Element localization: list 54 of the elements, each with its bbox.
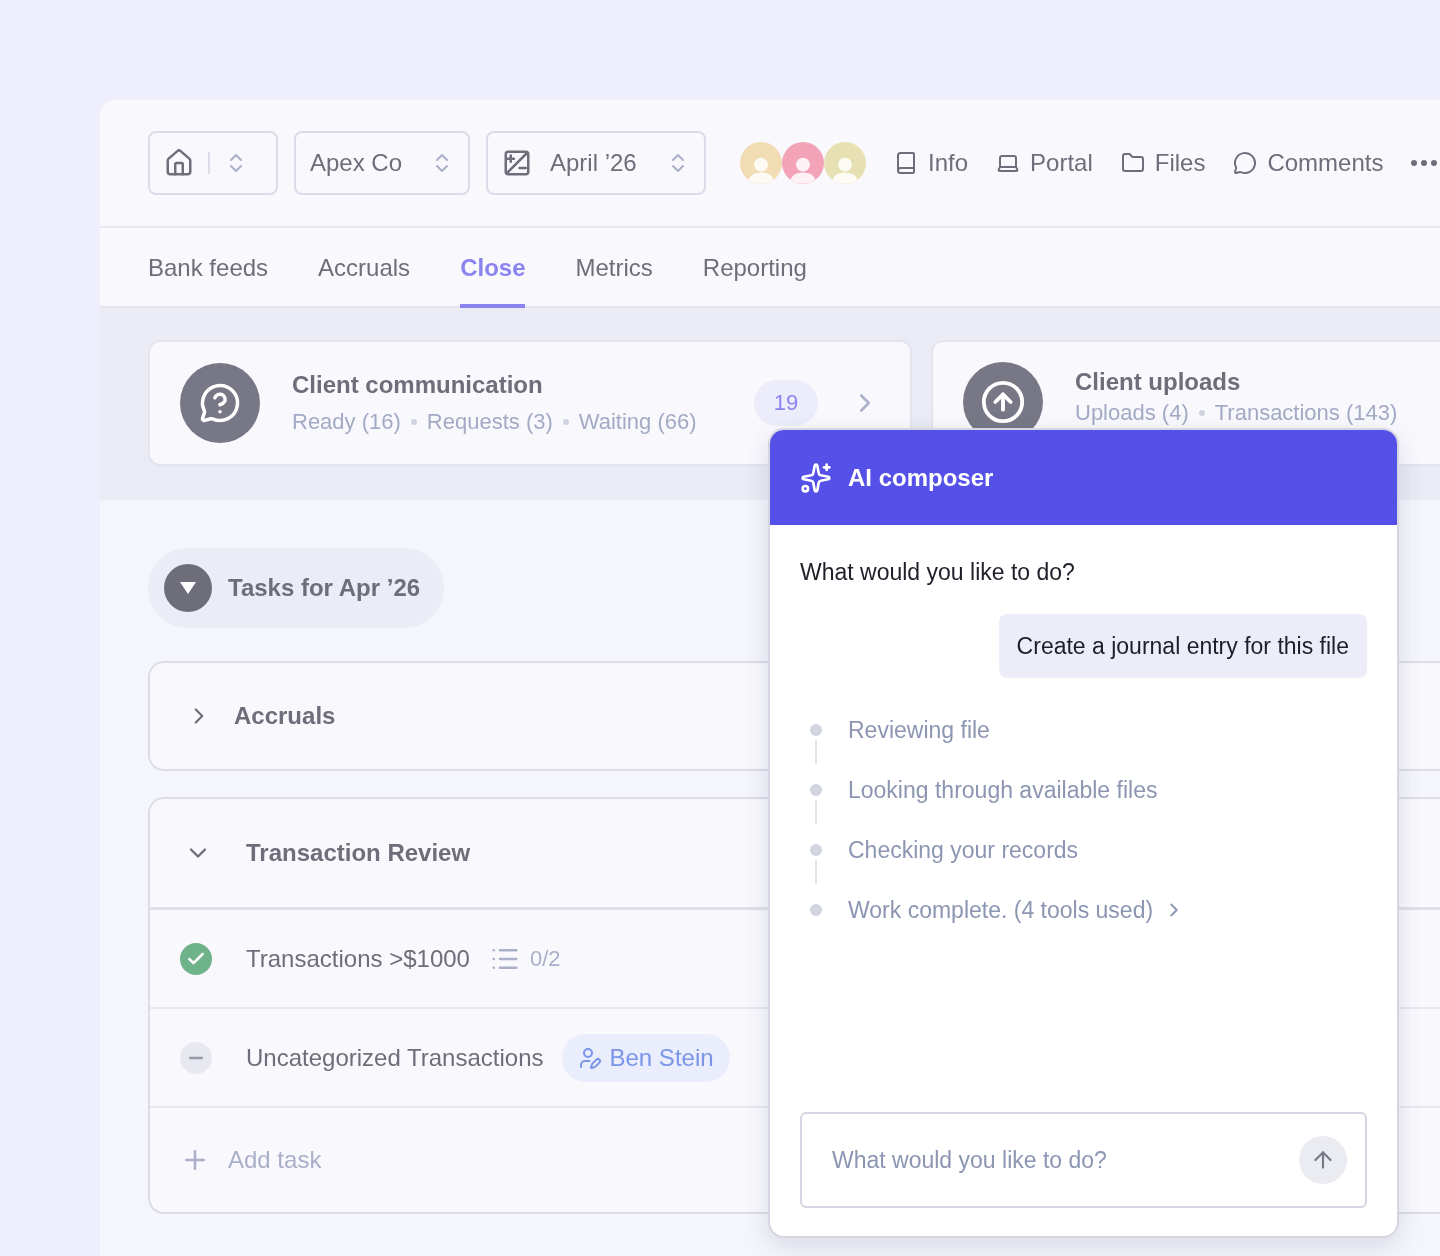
company-name: Apex Co bbox=[310, 149, 404, 177]
stat-label: Uploads (4) bbox=[1075, 400, 1189, 426]
tab[interactable]: Metrics bbox=[575, 228, 653, 308]
step-dot bbox=[810, 904, 822, 916]
user-message: Create a journal entry for this file bbox=[998, 614, 1367, 678]
tab[interactable]: Bank feeds bbox=[148, 228, 269, 308]
home-icon bbox=[164, 148, 194, 178]
check-icon[interactable] bbox=[180, 942, 212, 975]
folder-icon bbox=[1120, 151, 1145, 175]
step-label: Reviewing file bbox=[848, 716, 990, 744]
tab[interactable]: Accruals bbox=[318, 228, 411, 308]
plus-minus-icon bbox=[502, 148, 532, 178]
task-title: Uncategorized Transactions bbox=[246, 1043, 544, 1072]
step-item[interactable]: Work complete. (4 tools used) bbox=[848, 896, 1186, 924]
task-title: Transactions >$1000 bbox=[246, 944, 470, 973]
book-icon bbox=[894, 151, 918, 175]
group-title: Accruals bbox=[234, 702, 336, 730]
toolbar-link[interactable]: Files bbox=[1120, 149, 1206, 177]
card-title: Client communication bbox=[292, 371, 544, 399]
step-label: Checking your records bbox=[848, 836, 1079, 864]
step-dot bbox=[810, 724, 822, 736]
step-dot bbox=[810, 844, 822, 856]
composer-title: AI composer bbox=[848, 463, 994, 492]
stat-label: Requests (3) bbox=[426, 409, 553, 435]
triangle-icon bbox=[180, 581, 196, 595]
speech-bubble-icon bbox=[1233, 151, 1258, 175]
home-selector[interactable] bbox=[148, 131, 278, 195]
period-selector[interactable]: April ’26 bbox=[486, 131, 706, 195]
subtask-count: 0/2 bbox=[529, 945, 561, 972]
count-badge: 19 bbox=[754, 380, 818, 426]
stat-label: Waiting (66) bbox=[578, 409, 697, 435]
sparkles-icon bbox=[800, 461, 832, 494]
company-selector[interactable]: Apex Co bbox=[294, 131, 470, 195]
group-title: Transaction Review bbox=[246, 839, 471, 867]
stat-label: Ready (16) bbox=[292, 409, 401, 435]
toolbar-link[interactable]: Comments bbox=[1233, 149, 1384, 177]
message-field[interactable]: What would you like to do? bbox=[800, 1112, 1367, 1208]
step-label: Looking through available files bbox=[848, 776, 1158, 804]
minus-icon[interactable] bbox=[180, 1041, 212, 1074]
question-bubble-icon bbox=[199, 382, 241, 424]
tasks-toggle[interactable]: Tasks for Apr ’26 bbox=[148, 548, 445, 628]
toolbar-link[interactable]: Info bbox=[894, 149, 969, 177]
period-label: April ’26 bbox=[549, 149, 638, 177]
toolbar-link[interactable]: Portal bbox=[996, 149, 1093, 177]
stat-label: Transactions (143) bbox=[1214, 400, 1398, 426]
more-icon bbox=[1411, 160, 1438, 166]
step-dot bbox=[810, 784, 822, 796]
card-title: Client uploads bbox=[1075, 368, 1242, 396]
upload-icon bbox=[980, 379, 1026, 425]
tab[interactable]: Reporting bbox=[702, 228, 807, 308]
assistant-prompt: What would you like to do? bbox=[800, 559, 1076, 586]
user-edit-icon bbox=[577, 1045, 602, 1070]
assignee-chip[interactable]: Ben Stein bbox=[561, 1033, 730, 1082]
summary-card[interactable]: Client communication Ready (16) Requests (3) Waiting (66) 19 bbox=[148, 340, 912, 466]
